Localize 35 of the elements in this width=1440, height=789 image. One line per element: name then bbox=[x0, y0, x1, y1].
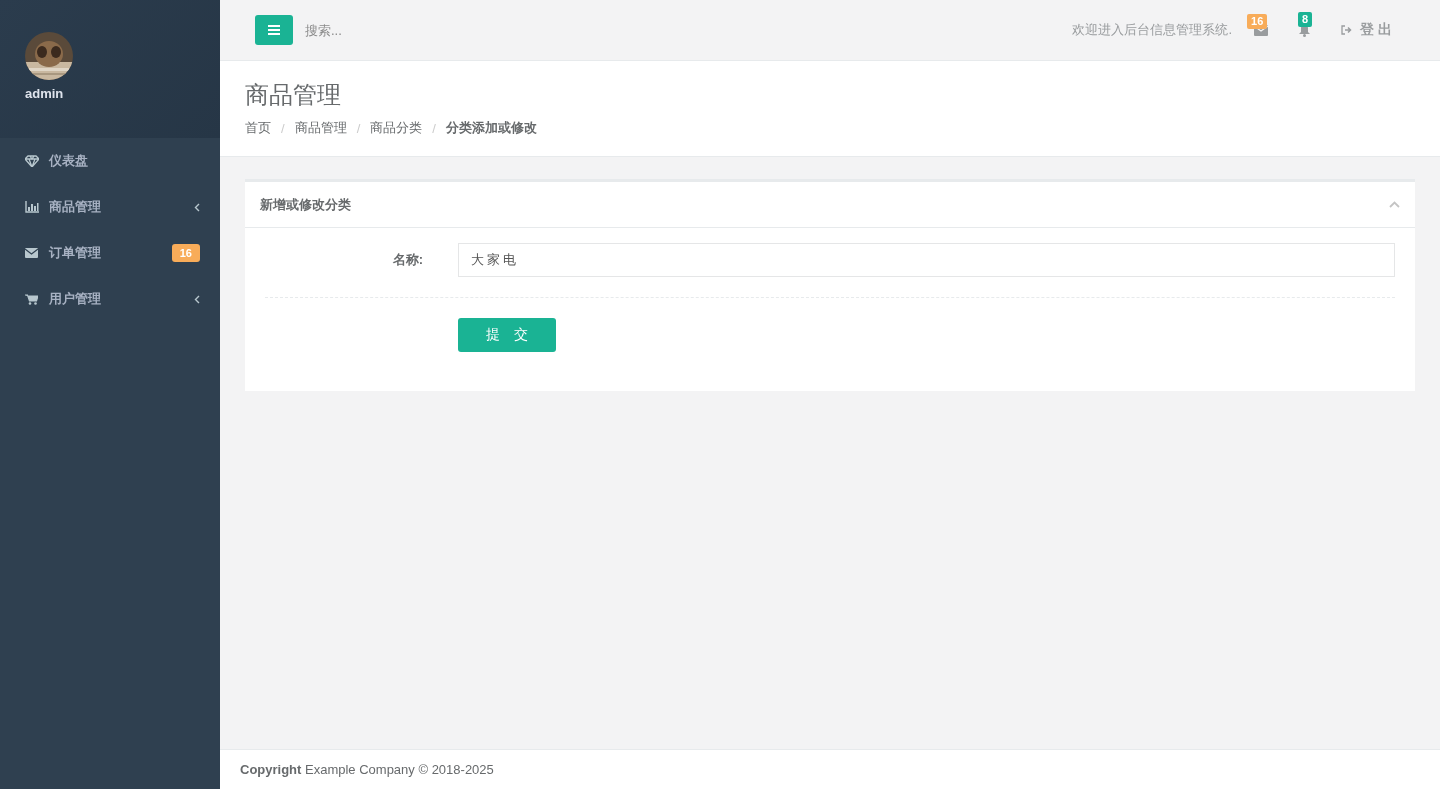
breadcrumb-item[interactable]: 商品分类 bbox=[370, 119, 423, 137]
submit-button[interactable]: 提 交 bbox=[458, 318, 556, 352]
breadcrumb-item[interactable]: 首页 bbox=[245, 119, 271, 137]
breadcrumb-item[interactable]: 商品管理 bbox=[294, 119, 347, 137]
count-badge: 16 bbox=[1247, 13, 1268, 29]
panel-title: 新增或修改分类 bbox=[260, 195, 351, 214]
cart-icon bbox=[25, 293, 38, 305]
logout-link[interactable]: 登 出 bbox=[1341, 21, 1392, 39]
copyright-text: Copyright Example Company © 2018-2025 bbox=[240, 762, 494, 777]
breadcrumb-separator: / bbox=[432, 120, 436, 136]
count-badge: 8 bbox=[1298, 12, 1313, 27]
user-name: admin bbox=[25, 86, 64, 101]
nav-label: 仪表盘 bbox=[49, 152, 89, 170]
field-label: 名称: bbox=[391, 251, 424, 269]
nav-label: 商品管理 bbox=[49, 198, 102, 216]
breadcrumb-item: 分类添加或修改 bbox=[445, 119, 537, 137]
page-title: 商品管理 bbox=[245, 80, 341, 110]
sidebar-item[interactable]: 仪表盘 bbox=[0, 138, 220, 184]
nav-label: 用户管理 bbox=[49, 290, 102, 308]
search-field[interactable]: 搜索... bbox=[303, 15, 503, 45]
bar-chart-icon bbox=[25, 201, 39, 213]
sidebar-item[interactable]: 订单管理 16 bbox=[0, 230, 220, 276]
name-field[interactable]: 大家电 bbox=[458, 243, 1395, 277]
sign-out-icon bbox=[1341, 25, 1353, 35]
breadcrumb-separator: / bbox=[281, 120, 285, 136]
count-badge: 16 bbox=[171, 244, 200, 262]
menu-button[interactable] bbox=[255, 15, 293, 45]
diamond-icon bbox=[25, 155, 39, 167]
breadcrumb-separator: / bbox=[356, 120, 361, 136]
sidebar-item[interactable]: 商品管理 bbox=[0, 184, 220, 230]
nav-label: 订单管理 bbox=[49, 244, 102, 262]
menu-icon bbox=[268, 25, 280, 35]
sidebar-item[interactable]: 用户管理 bbox=[0, 276, 220, 322]
envelope-icon bbox=[25, 248, 38, 258]
welcome-text: 欢迎进入后台信息管理系统. bbox=[1072, 21, 1233, 39]
